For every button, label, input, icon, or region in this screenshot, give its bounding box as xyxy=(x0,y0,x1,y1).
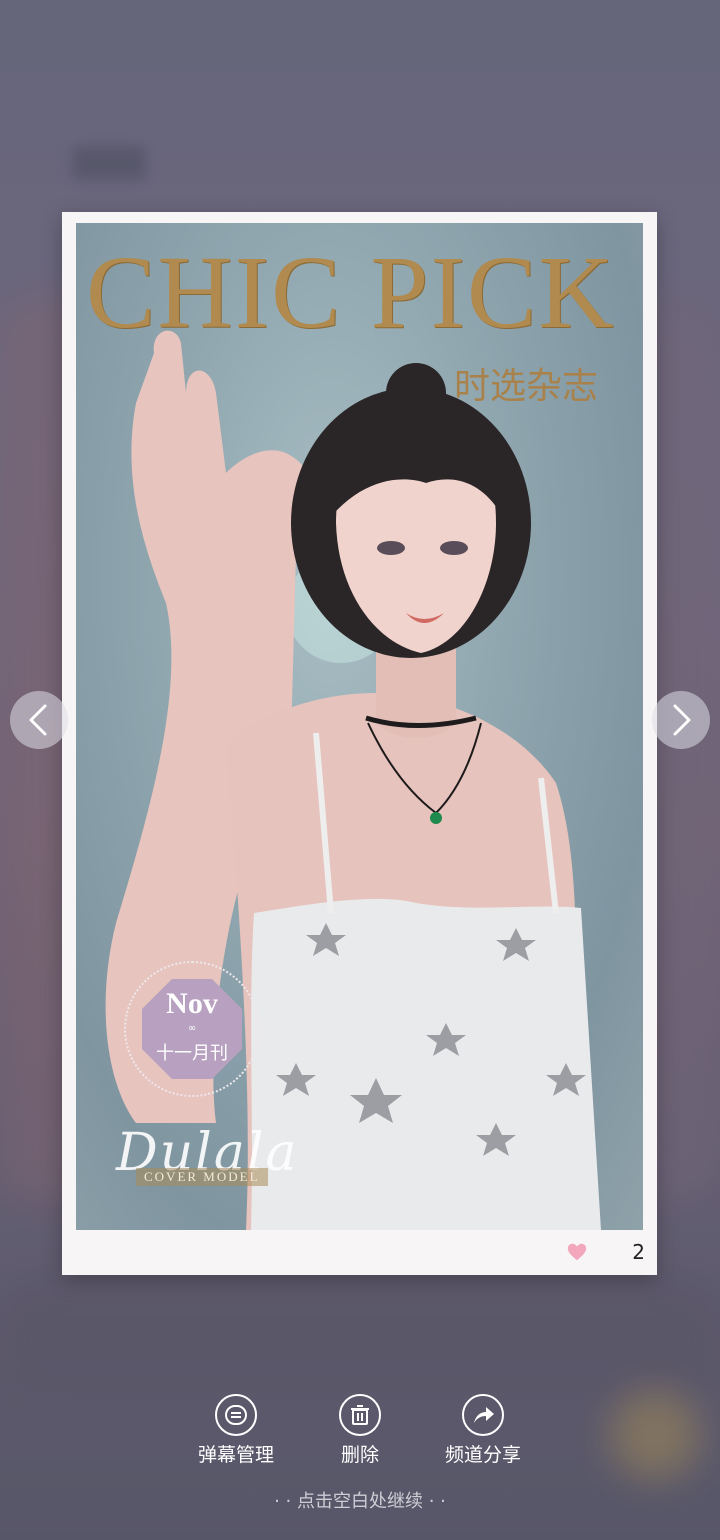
chevron-left-icon xyxy=(29,704,47,736)
channel-share-label: 频道分享 xyxy=(444,1444,521,1466)
tap-to-continue-hint: · · 点击空白处继续 · · xyxy=(274,1491,446,1512)
next-button[interactable] xyxy=(652,691,710,749)
chevron-right-icon xyxy=(673,704,691,736)
share-arrow-icon xyxy=(462,1394,504,1436)
danmaku-manage-label: 弹幕管理 xyxy=(197,1444,274,1466)
like-row[interactable]: 2 xyxy=(566,1239,645,1265)
cover-photo: CHIC PICK 时选杂志 Nov ∞ 十一月刊 Dulala COVER M… xyxy=(76,223,643,1230)
issue-badge: Nov ∞ 十一月刊 xyxy=(124,961,260,1097)
like-count: 2 xyxy=(632,1240,645,1264)
infinity-icon: ∞ xyxy=(187,1023,197,1034)
magazine-cover-card[interactable]: CHIC PICK 时选杂志 Nov ∞ 十一月刊 Dulala COVER M… xyxy=(62,212,657,1275)
action-bar: 弹幕管理 删除 频道分享 xyxy=(0,1394,720,1474)
danmaku-icon xyxy=(215,1394,257,1436)
delete-button[interactable]: 删除 xyxy=(330,1394,390,1467)
trash-icon xyxy=(339,1394,381,1436)
channel-share-button[interactable]: 频道分享 xyxy=(443,1394,523,1467)
danmaku-manage-button[interactable]: 弹幕管理 xyxy=(196,1394,276,1467)
previous-button[interactable] xyxy=(10,691,68,749)
issue-month: Nov xyxy=(166,987,218,1020)
cover-model-label: COVER MODEL xyxy=(136,1168,268,1186)
issue-label: 十一月刊 xyxy=(156,1043,228,1064)
delete-label: 删除 xyxy=(340,1444,379,1466)
heart-icon[interactable] xyxy=(566,1241,588,1263)
